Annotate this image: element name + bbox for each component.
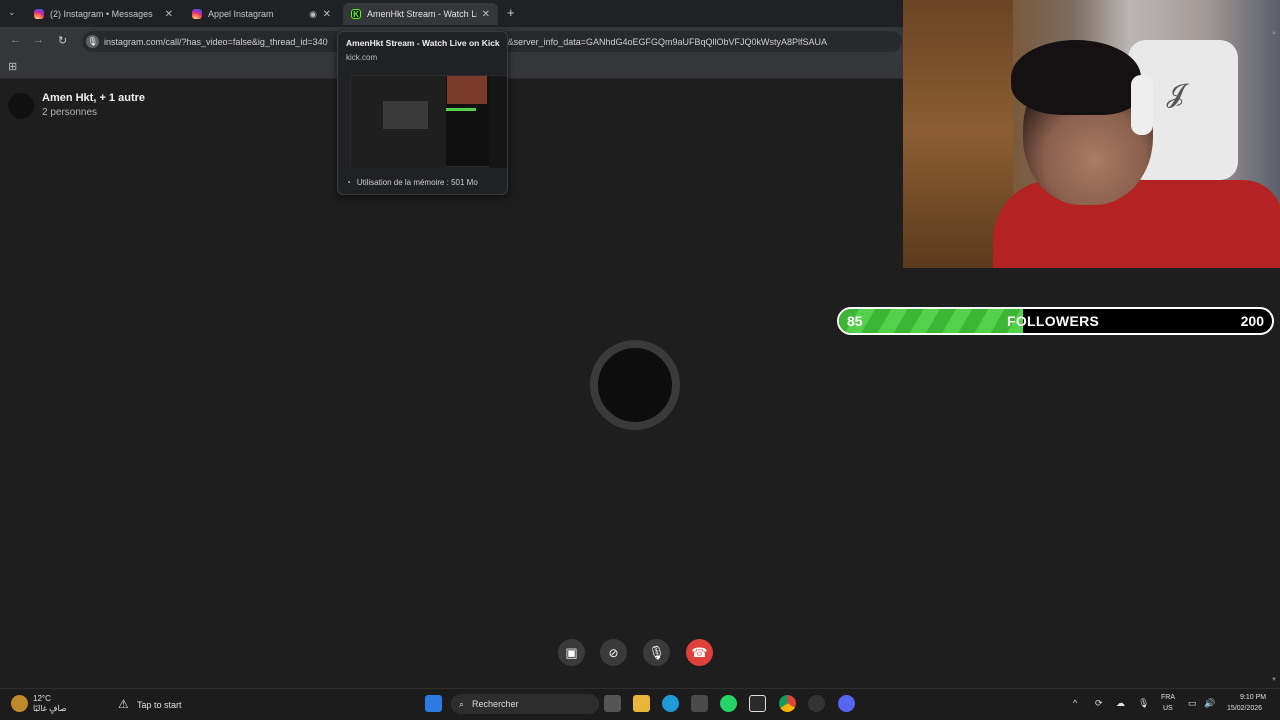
forward-icon[interactable]: → — [33, 34, 44, 46]
close-tab-icon[interactable]: ✕ — [482, 9, 490, 20]
followers-goal: 200 — [1240, 313, 1264, 329]
network-icon[interactable]: ☁ — [1116, 698, 1125, 709]
call-participants: 2 personnes — [42, 107, 98, 118]
weather-icon[interactable] — [11, 695, 28, 712]
tray-icon[interactable]: ⟳ — [1095, 698, 1103, 709]
back-icon[interactable]: ← — [10, 34, 21, 46]
epic-games-icon[interactable] — [749, 695, 766, 712]
headset-icon — [1131, 75, 1153, 135]
taskbar-search[interactable]: ⌕ Rechercher — [451, 694, 599, 714]
scroll-down-icon[interactable]: ▼ — [1271, 677, 1277, 683]
tab-strip: ⌄ (2) Instagram • Messages ✕ Appel Insta… — [0, 0, 904, 27]
microphone-button[interactable]: 🎙 — [643, 639, 670, 666]
search-placeholder: Rechercher — [472, 699, 519, 709]
hovercard-domain: kick.com — [346, 53, 378, 62]
followers-label: FOLLOWERS — [1007, 313, 1100, 329]
chrome-icon[interactable] — [779, 695, 796, 712]
recording-icon: ◉ — [309, 8, 317, 19]
loading-spinner — [590, 340, 680, 430]
microphone-tray-icon[interactable]: 🎙 — [1138, 698, 1149, 709]
region-indicator: US — [1163, 705, 1173, 712]
scroll-up-icon[interactable]: ▲ — [1271, 30, 1277, 36]
tab-search-icon[interactable]: ⌄ — [8, 7, 16, 18]
discord-icon[interactable] — [838, 695, 855, 712]
tab-preview-thumbnail — [350, 75, 507, 168]
store-icon[interactable] — [691, 695, 708, 712]
file-explorer-icon[interactable] — [633, 695, 650, 712]
share-screen-button[interactable]: ▣ — [558, 639, 585, 666]
hovercard-title: AmenHkt Stream - Watch Live on Kick — [346, 38, 500, 48]
chevron-up-icon[interactable]: ^ — [1073, 698, 1077, 708]
clock-date[interactable]: 15/02/2026 — [1227, 705, 1262, 712]
display-icon[interactable]: ▭ — [1188, 698, 1197, 709]
followers-goal-bar: 85 FOLLOWERS 200 — [837, 307, 1274, 335]
avatar — [8, 93, 34, 119]
edge-icon[interactable] — [662, 695, 679, 712]
close-tab-icon[interactable]: ✕ — [165, 9, 173, 20]
tab-appel-instagram[interactable]: Appel Instagram ◉ ✕ — [184, 3, 339, 25]
webcam-person-body — [993, 180, 1280, 268]
instagram-icon — [192, 9, 202, 19]
url-text: instagram.com/call/?has_video=false&ig_t… — [104, 36, 328, 47]
clock-time[interactable]: 9:10 PM — [1240, 694, 1266, 701]
chair-logo-icon: 𝓙 — [1166, 78, 1184, 108]
new-tab-button[interactable]: + — [507, 5, 515, 20]
windows-start-icon[interactable] — [425, 695, 442, 712]
tab-instagram-messages[interactable]: (2) Instagram • Messages ✕ — [26, 3, 181, 25]
followers-current: 85 — [847, 313, 863, 329]
call-title: Amen Hkt, + 1 autre — [42, 92, 146, 104]
url-text-tail: 74&server_info_data=GANhdG4oEGFGQm9aUFBq… — [497, 36, 828, 47]
whatsapp-icon[interactable] — [720, 695, 737, 712]
warning-icon: ⚠ — [118, 697, 129, 711]
kick-icon: K — [351, 9, 361, 19]
instagram-icon — [34, 9, 44, 19]
weather-temp: 12°C — [33, 694, 51, 703]
end-call-button[interactable]: ☎ — [686, 639, 713, 666]
webcam-person-hair — [1011, 40, 1141, 115]
tab-label: Appel Instagram — [208, 9, 274, 19]
memory-usage-text: Utilisation de la mémoire : 501 Mo — [356, 178, 478, 187]
search-icon: ⌕ — [459, 698, 465, 709]
camera-off-button[interactable]: ⊘ — [600, 639, 627, 666]
tab-label: AmenHkt Stream - Watch Live — [367, 9, 477, 19]
tab-kick-stream[interactable]: K AmenHkt Stream - Watch Live ✕ — [343, 3, 498, 25]
memory-icon: ◔ — [346, 178, 351, 187]
webcam-overlay: 𝓙 — [903, 0, 1280, 268]
followers-progress-fill — [839, 309, 1023, 333]
obs-icon[interactable] — [808, 695, 825, 712]
weather-desc: صافٍ غالبًا — [33, 704, 67, 713]
tap-to-start[interactable]: Tap to start — [137, 700, 182, 710]
memory-usage: ◔ Utilisation de la mémoire : 501 Mo — [346, 178, 478, 187]
language-indicator[interactable]: FRA — [1161, 694, 1175, 701]
apps-grid-icon[interactable]: ⊞ — [8, 60, 17, 73]
volume-icon[interactable]: 🔊 — [1204, 698, 1215, 709]
close-tab-icon[interactable]: ✕ — [323, 9, 331, 20]
task-view-icon[interactable] — [604, 695, 621, 712]
tab-hover-card: AmenHkt Stream - Watch Live on Kick kick… — [337, 31, 508, 195]
reload-icon[interactable]: ↻ — [58, 34, 67, 47]
microphone-permission-icon[interactable]: 🎙 — [86, 35, 99, 48]
tab-label: (2) Instagram • Messages — [50, 9, 153, 19]
